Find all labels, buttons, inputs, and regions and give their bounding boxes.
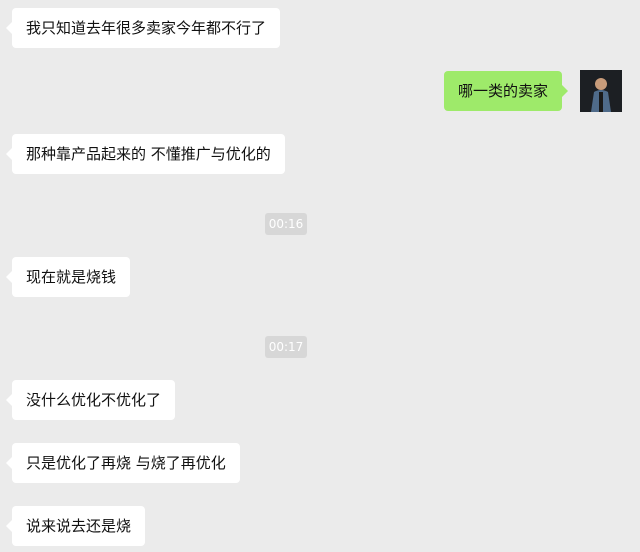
message-bubble-left[interactable]: 没什么优化不优化了 <box>5 380 176 420</box>
message-bubble-left[interactable]: 现在就是烧钱 <box>5 257 131 297</box>
message-bubble-left[interactable]: 那种靠产品起来的 不懂推广与优化的 <box>6 134 285 174</box>
message-bubble-right[interactable]: 哪一类的卖家 <box>443 71 569 111</box>
user-avatar-icon[interactable] <box>580 70 622 112</box>
message-bubble-left[interactable]: 只是优化了再烧 与烧了再优化 <box>6 443 240 483</box>
message-bubble-left[interactable]: 说来说去还是烧 <box>5 506 146 546</box>
chat-window: 我只知道去年很多卖家今年都不行了 哪一类的卖家 那种靠产品起来的 不懂推广与优化… <box>0 0 640 552</box>
timestamp-label: 00:17 <box>265 336 307 358</box>
timestamp-label: 00:16 <box>265 213 307 235</box>
message-bubble-left[interactable]: 我只知道去年很多卖家今年都不行了 <box>5 8 281 48</box>
